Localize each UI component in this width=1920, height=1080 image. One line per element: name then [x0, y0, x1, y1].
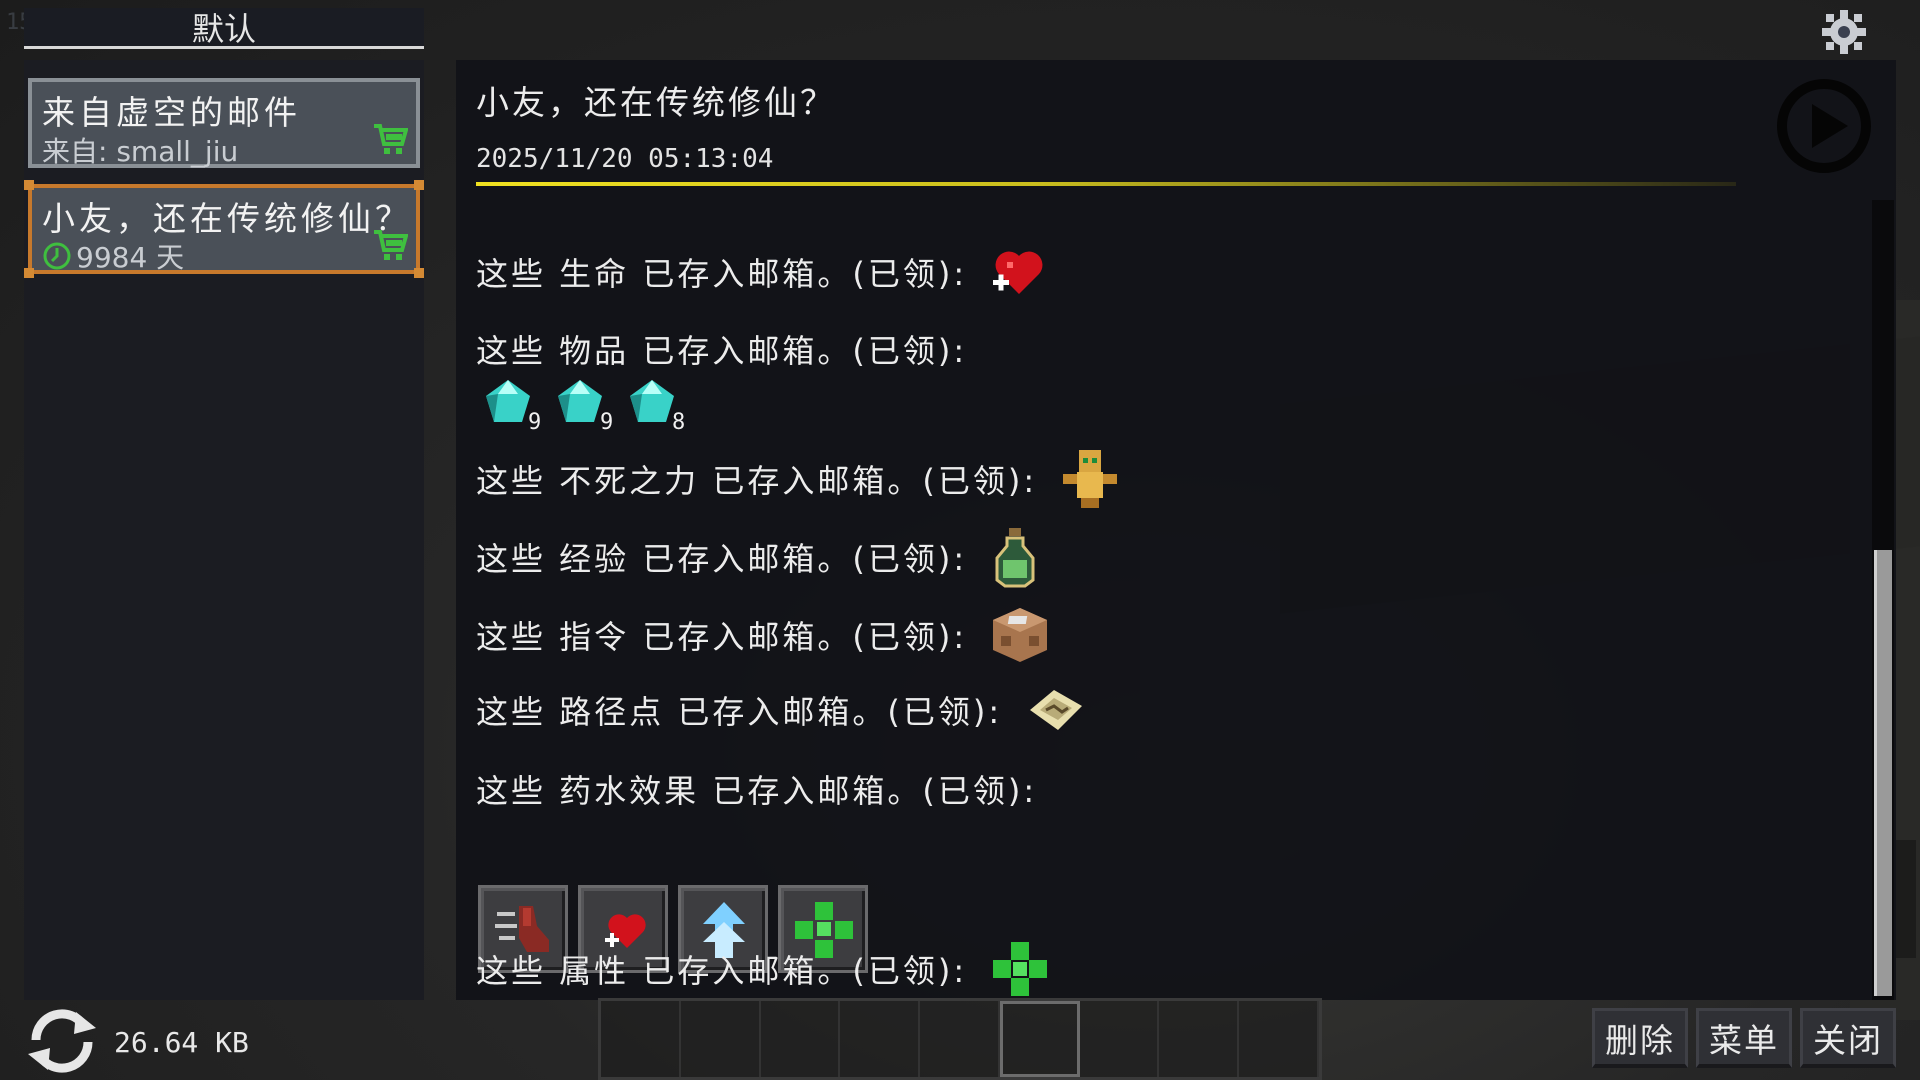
mail-detail-title: 小友，还在传统修仙？ — [476, 83, 836, 122]
hotbar — [598, 998, 1322, 1080]
hotbar-slot — [1239, 1001, 1320, 1077]
hotbar-slot — [601, 1001, 681, 1077]
diamond-icon — [486, 380, 530, 422]
reward-row-life: 这些 生命 已存入邮箱。(已领): — [476, 246, 1047, 298]
totem-icon — [1063, 450, 1118, 508]
category-tab-default[interactable]: 默认 — [24, 8, 424, 49]
hotbar-slot — [920, 1001, 1000, 1077]
reward-label: 这些 生命 已存入邮箱。(已领): — [476, 255, 968, 293]
storage-size: 26.64 KB — [114, 1026, 249, 1059]
selection-corner — [24, 268, 34, 278]
delete-button[interactable]: 删除 — [1592, 1008, 1688, 1068]
scrollbar-thumb[interactable] — [1874, 550, 1892, 996]
item-count: 8 — [672, 410, 686, 435]
map-icon — [1030, 690, 1083, 730]
reward-label: 这些 物品 已存入邮箱。(已领): — [476, 332, 968, 370]
mail-expiry-text: 9984 天 — [76, 241, 185, 274]
reward-label: 这些 经验 已存入邮箱。(已领): — [476, 540, 968, 578]
item-count: 9 — [528, 410, 542, 435]
item-count: 9 — [600, 410, 614, 435]
hotbar-slot-selected — [999, 1001, 1080, 1077]
hotbar-slot — [761, 1001, 841, 1077]
gear-icon[interactable] — [1820, 8, 1868, 56]
refresh-icon[interactable] — [22, 1002, 102, 1080]
mail-list[interactable]: 来自虚空的邮件 来自: small_jiu 小友，还在传统修仙？ 9984 天 — [24, 60, 424, 1000]
menu-button[interactable]: 菜单 — [1696, 1008, 1792, 1068]
reward-row-attributes: 这些 属性 已存入邮箱。(已领): — [476, 940, 1049, 998]
cart-icon — [374, 230, 408, 260]
mail-detail-date: 2025/11/20 05:13:04 — [476, 144, 774, 174]
xp-bottle-icon — [995, 528, 1035, 588]
mail-detail-panel: 小友，还在传统修仙？ 2025/11/20 05:13:04 这些 生命 已存入… — [456, 60, 1896, 1000]
mail-sender: 来自: small_jiu — [42, 130, 238, 170]
hotbar-slot — [1080, 1001, 1160, 1077]
diamond-icon — [558, 380, 602, 422]
close-button[interactable]: 关闭 — [1800, 1008, 1896, 1068]
selection-corner — [414, 180, 424, 190]
cart-icon — [374, 124, 408, 154]
selection-corner — [24, 180, 34, 190]
diamond-icon — [630, 380, 674, 422]
selection-corner — [414, 268, 424, 278]
mail-item[interactable]: 来自虚空的邮件 来自: small_jiu — [28, 78, 420, 168]
reward-row-potion-effects: 这些 药水效果 已存入邮箱。(已领): — [476, 766, 1037, 812]
mail-title: 小友，还在传统修仙？ — [42, 199, 412, 238]
clock-icon — [43, 242, 71, 270]
reward-row-waypoint: 这些 路径点 已存入邮箱。(已领): — [476, 686, 1086, 734]
reward-label: 这些 药水效果 已存入邮箱。(已领): — [476, 772, 1038, 810]
mail-title: 来自虚空的邮件 — [42, 93, 301, 132]
mail-sender-text: 来自: small_jiu — [42, 135, 239, 168]
hotbar-slot — [1159, 1001, 1240, 1077]
title-underline — [476, 182, 1736, 186]
clover-icon — [993, 942, 1048, 996]
play-icon[interactable] — [1776, 78, 1872, 174]
mail-item-selected[interactable]: 小友，还在传统修仙？ 9984 天 — [24, 180, 424, 278]
reward-row-experience: 这些 经验 已存入邮箱。(已领): — [476, 526, 1039, 588]
reward-row-totem: 这些 不死之力 已存入邮箱。(已领): — [476, 448, 1119, 510]
command-block-icon — [993, 608, 1048, 662]
hotbar-slot — [681, 1001, 761, 1077]
reward-label: 这些 指令 已存入邮箱。(已领): — [476, 618, 968, 656]
hotbar-slot — [840, 1001, 921, 1077]
reward-row-items: 这些 物品 已存入邮箱。(已领): — [476, 326, 967, 372]
reward-label: 这些 属性 已存入邮箱。(已领): — [476, 952, 968, 990]
mail-expiry: 9984 天 — [42, 236, 184, 276]
reward-label: 这些 不死之力 已存入邮箱。(已领): — [476, 462, 1038, 500]
heart-icon — [993, 251, 1043, 294]
reward-label: 这些 路径点 已存入邮箱。(已领): — [476, 693, 1003, 731]
reward-row-command: 这些 指令 已存入邮箱。(已领): — [476, 606, 1049, 664]
